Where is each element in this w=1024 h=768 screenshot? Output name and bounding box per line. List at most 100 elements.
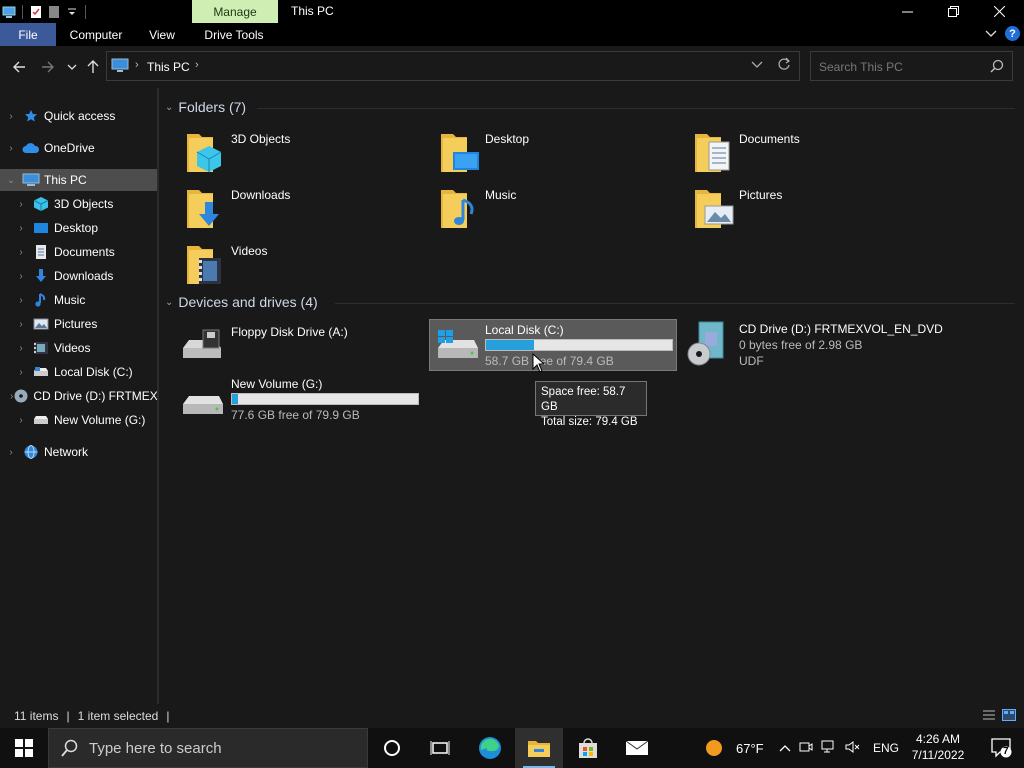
task-view-icon [430, 741, 450, 755]
drive-local-disk-c[interactable]: Local Disk (C:) 58.7 GB free of 79.4 GB [429, 319, 677, 371]
address-dropdown-icon[interactable] [751, 57, 763, 72]
sidebar-item-new-volume-g[interactable]: › New Volume (G:) [0, 409, 157, 431]
customize-qat-icon[interactable] [65, 5, 79, 19]
expand-chevron-icon[interactable]: › [0, 271, 32, 282]
download-icon [32, 268, 50, 284]
show-hidden-icons-icon[interactable] [779, 741, 791, 755]
tab-view[interactable]: View [140, 23, 184, 46]
properties-icon[interactable] [29, 5, 43, 19]
picture-icon [32, 316, 50, 332]
close-button[interactable] [976, 0, 1022, 23]
address-bar[interactable]: › This PC › [106, 51, 800, 81]
expand-chevron-icon[interactable]: › [0, 295, 32, 306]
folders-group-header[interactable]: ⌄ Folders (7) [165, 99, 246, 115]
expand-chevron-icon[interactable]: › [0, 223, 32, 234]
expand-chevron-icon[interactable]: › [0, 143, 22, 154]
video-icon [32, 340, 50, 356]
collapse-chevron-icon[interactable]: ⌄ [0, 175, 22, 186]
expand-chevron-icon[interactable]: › [0, 415, 32, 426]
folder-documents[interactable]: Documents [667, 128, 917, 178]
weather-widget[interactable]: 67°F [704, 728, 764, 768]
recent-locations-button[interactable] [62, 57, 82, 77]
search-box[interactable]: Search This PC [810, 51, 1013, 81]
sidebar-item-local-disk-c[interactable]: › Local Disk (C:) [0, 361, 157, 383]
computer-icon[interactable] [2, 5, 16, 19]
mail-icon [625, 740, 649, 755]
folder-music[interactable]: Music [413, 184, 663, 234]
chevron-right-icon[interactable]: › [195, 59, 199, 71]
tiles-view-icon[interactable] [1002, 709, 1016, 724]
collapse-chevron-icon[interactable]: ⌄ [165, 102, 173, 113]
minimize-button[interactable] [884, 0, 930, 23]
cloud-icon [22, 140, 40, 156]
taskbar-app-file-explorer[interactable] [515, 728, 563, 768]
drive-new-volume-g[interactable]: New Volume (G:) 77.6 GB free of 79.9 GB [159, 374, 421, 426]
search-icon [61, 739, 78, 757]
sidebar-item-3d-objects[interactable]: › 3D Objects [0, 193, 157, 215]
action-center-button[interactable]: 7 [990, 736, 1012, 761]
sidebar-item-quick-access[interactable]: › Quick access [0, 105, 157, 127]
input-language[interactable]: ENG [873, 741, 899, 755]
edge-icon [479, 737, 501, 759]
drive-floppy-a[interactable]: Floppy Disk Drive (A:) [159, 322, 421, 374]
sidebar-item-downloads[interactable]: › Downloads [0, 265, 157, 287]
expand-chevron-icon[interactable]: › [0, 199, 32, 210]
taskbar-app-store[interactable] [564, 728, 612, 768]
tab-drive-tools[interactable]: Drive Tools [198, 23, 270, 46]
chevron-right-icon[interactable]: › [135, 59, 139, 71]
sun-icon [706, 740, 722, 756]
sidebar-item-music[interactable]: › Music [0, 289, 157, 311]
up-button[interactable] [83, 57, 103, 77]
sidebar-item-cd-drive-d[interactable]: › CD Drive (D:) FRTMEXVOL_EN_DVD [0, 385, 157, 407]
sidebar-item-network[interactable]: › Network [0, 441, 157, 463]
sidebar-item-pictures[interactable]: › Pictures [0, 313, 157, 335]
restore-button[interactable] [930, 0, 976, 23]
sidebar-item-videos[interactable]: › Videos [0, 337, 157, 359]
taskbar-app-mail[interactable] [613, 728, 661, 768]
drive-icon [32, 412, 50, 428]
folder-pictures[interactable]: Pictures [667, 184, 917, 234]
clock[interactable]: 4:26 AM 7/11/2022 [908, 731, 968, 763]
back-button[interactable] [9, 57, 29, 77]
refresh-icon[interactable] [777, 57, 791, 74]
expand-chevron-icon[interactable]: › [0, 319, 32, 330]
start-button[interactable] [0, 728, 48, 768]
meet-now-icon[interactable] [799, 740, 813, 757]
new-folder-icon[interactable] [47, 5, 61, 19]
store-icon [579, 738, 597, 758]
search-icon[interactable] [990, 59, 1004, 76]
devices-group-header[interactable]: ⌄ Devices and drives (4) [165, 294, 318, 310]
sidebar-item-onedrive[interactable]: › OneDrive [0, 137, 157, 159]
breadcrumb-this-pc[interactable]: This PC [147, 60, 190, 74]
expand-chevron-icon[interactable]: › [0, 391, 13, 402]
folder-3d-objects[interactable]: 3D Objects [159, 128, 409, 178]
expand-ribbon-icon[interactable] [985, 27, 997, 41]
forward-button[interactable] [38, 57, 58, 77]
folder-desktop[interactable]: Desktop [413, 128, 663, 178]
expand-chevron-icon[interactable]: › [0, 111, 22, 122]
taskbar-app-edge[interactable] [466, 728, 514, 768]
sidebar-item-documents[interactable]: › Documents [0, 241, 157, 263]
network-status-icon[interactable] [821, 740, 837, 757]
expand-chevron-icon[interactable]: › [0, 447, 22, 458]
network-icon [22, 444, 40, 460]
expand-chevron-icon[interactable]: › [0, 343, 32, 354]
computer-icon [22, 172, 40, 188]
folder-videos[interactable]: Videos [159, 240, 409, 290]
help-icon[interactable]: ? [1005, 26, 1020, 41]
volume-muted-icon[interactable] [845, 740, 861, 757]
sidebar-item-desktop[interactable]: › Desktop [0, 217, 157, 239]
taskbar-search[interactable]: Type here to search [48, 728, 368, 768]
expand-chevron-icon[interactable]: › [0, 247, 32, 258]
tab-file[interactable]: File [0, 23, 56, 46]
details-view-icon[interactable] [982, 709, 996, 724]
collapse-chevron-icon[interactable]: ⌄ [165, 297, 173, 308]
drive-cd-d[interactable]: CD Drive (D:) FRTMEXVOL_EN_DVD 0 bytes f… [667, 319, 967, 371]
cortana-button[interactable] [368, 728, 416, 768]
tab-manage[interactable]: Manage [192, 0, 278, 23]
tab-computer[interactable]: Computer [62, 23, 130, 46]
sidebar-item-this-pc[interactable]: ⌄ This PC [0, 169, 157, 191]
folder-downloads[interactable]: Downloads [159, 184, 409, 234]
expand-chevron-icon[interactable]: › [0, 367, 32, 378]
task-view-button[interactable] [416, 728, 464, 768]
